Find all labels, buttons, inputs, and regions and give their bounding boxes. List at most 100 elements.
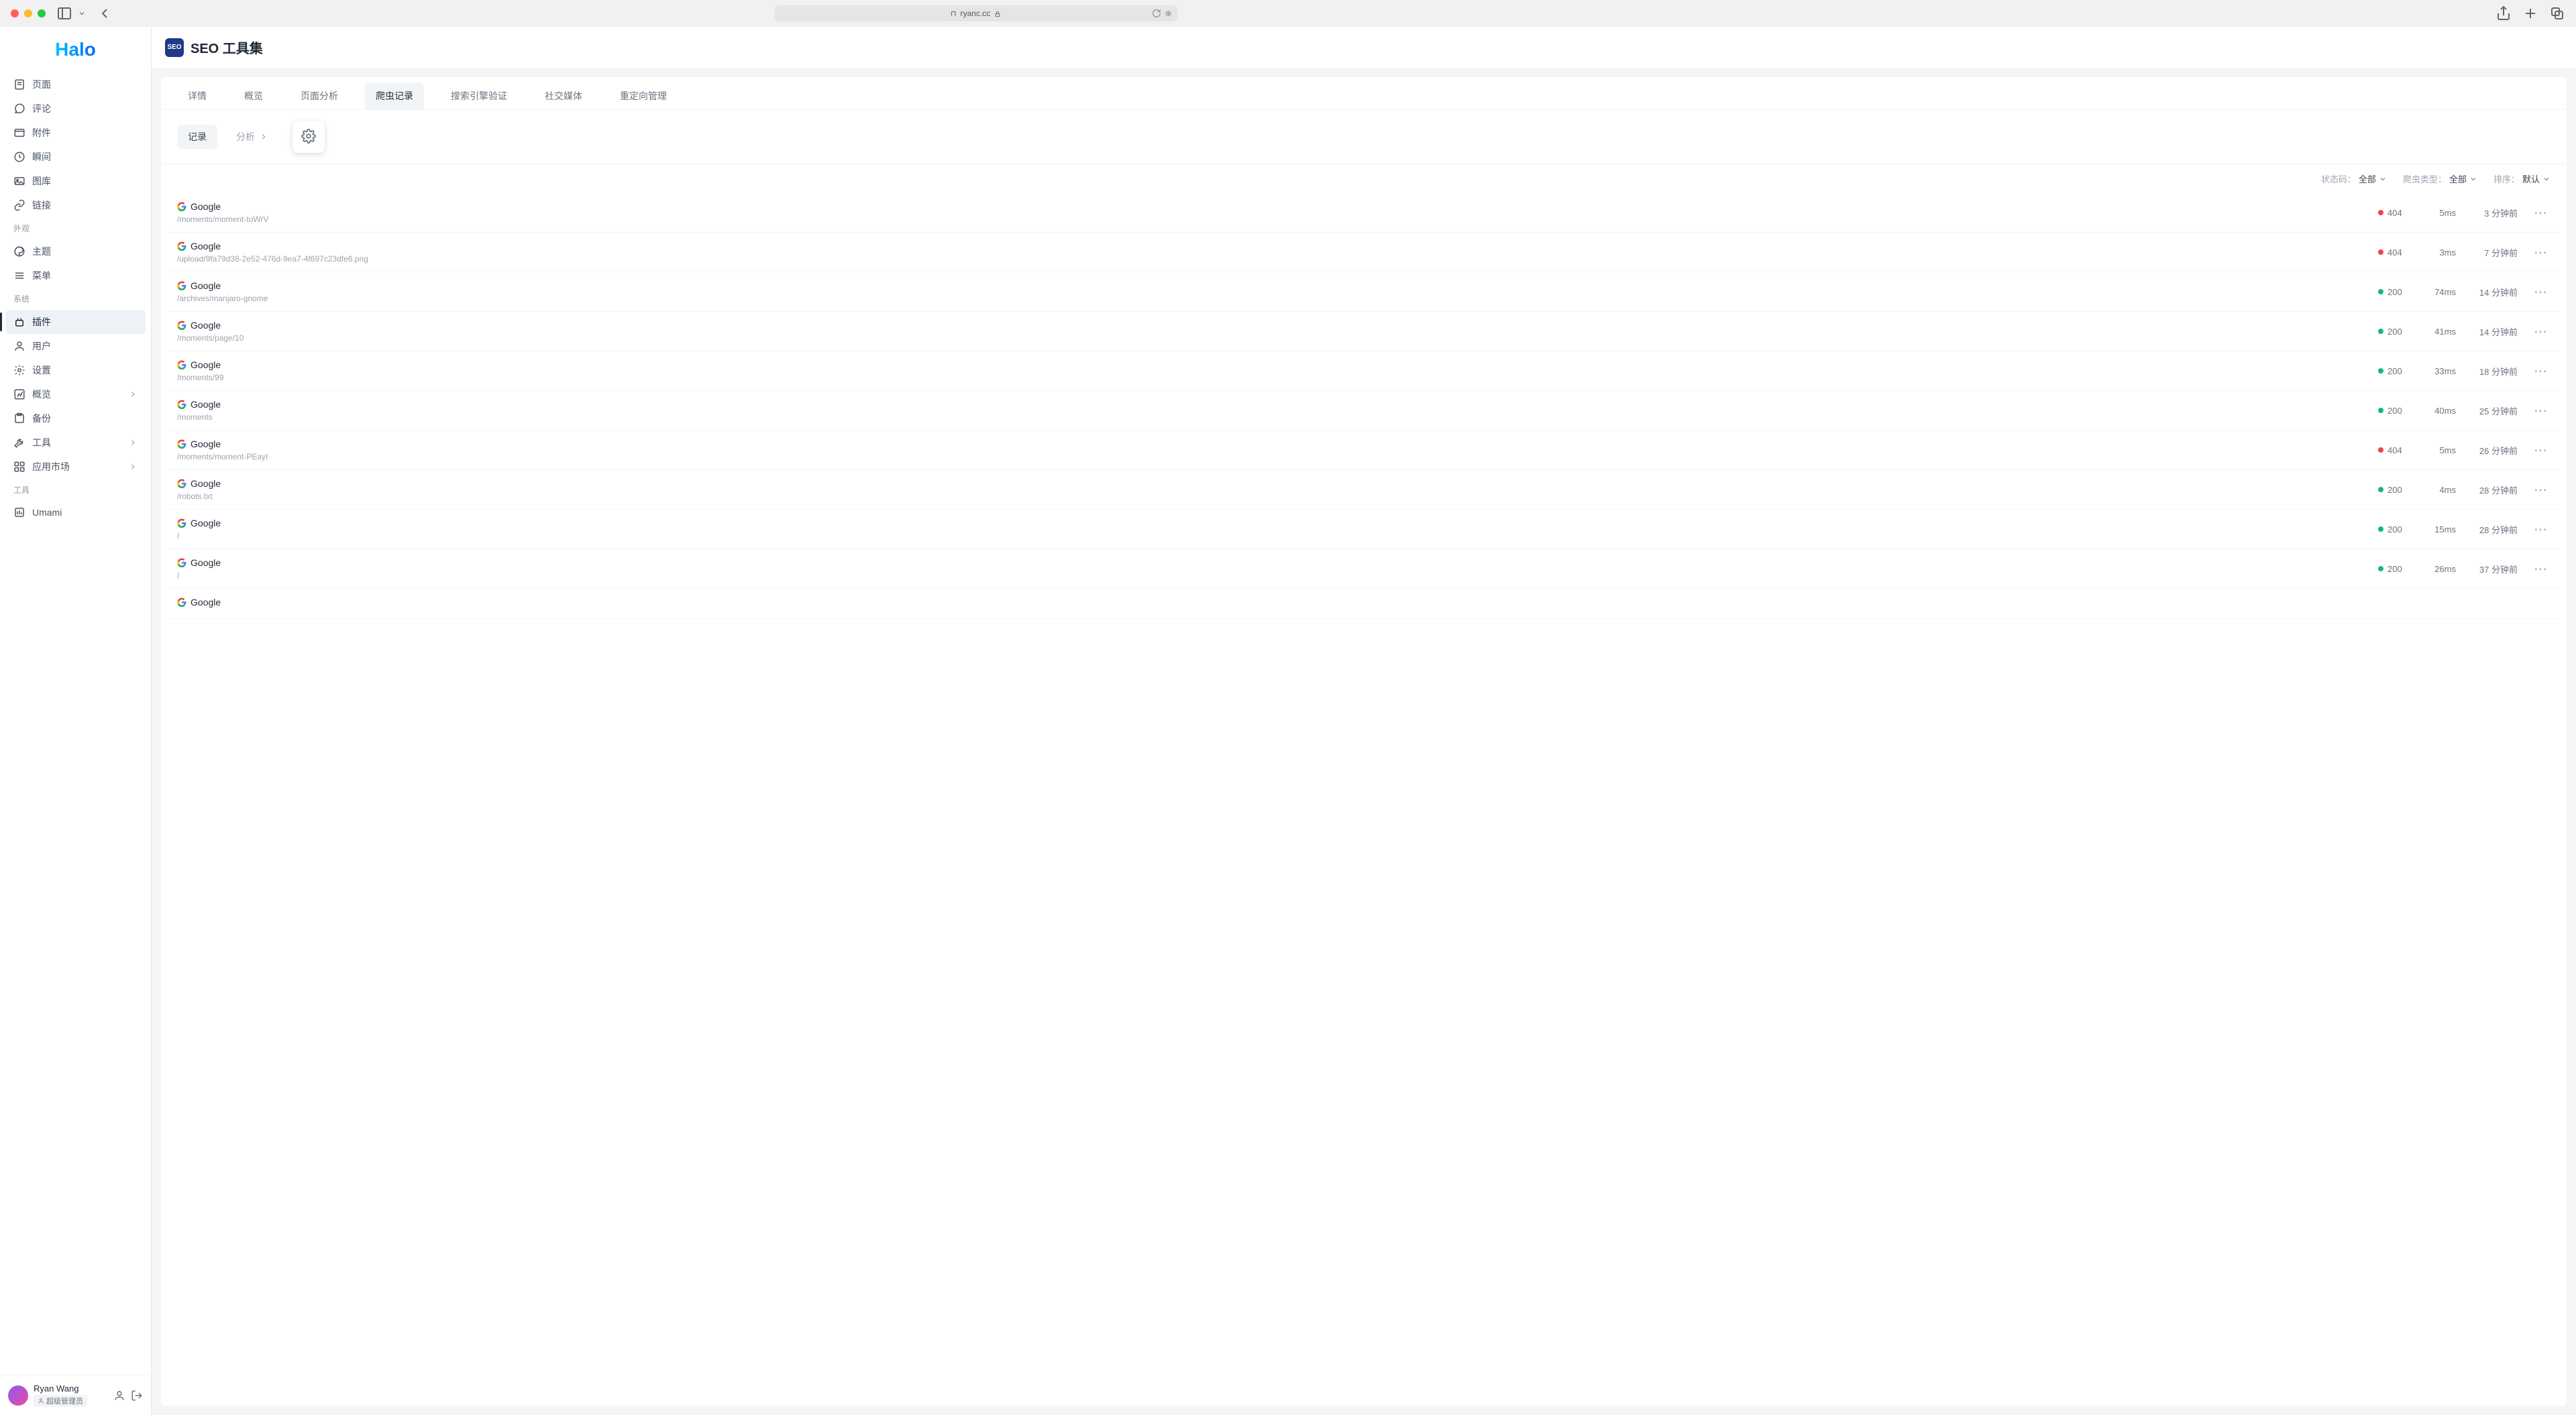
record-button[interactable]: 记录 [177,125,217,149]
sidebar-item-label: 概览 [32,388,51,401]
sidebar-item-tools[interactable]: 工具 [5,431,146,455]
log-row[interactable]: Google / 200 15ms 28 分钟前 ⋯ [166,510,2561,549]
sidebar-item-user[interactable]: 用户 [5,334,146,358]
row-path: /moments/99 [177,373,2365,382]
filter-status[interactable]: 状态码： 全部 [2321,172,2387,185]
log-row[interactable]: Google / 200 26ms 37 分钟前 ⋯ [166,549,2561,589]
theme-icon [13,245,25,258]
sidebar-item-comment[interactable]: 评论 [5,97,146,121]
log-row[interactable]: Google [166,589,2561,619]
profile-button[interactable] [113,1390,125,1402]
log-row[interactable]: Google /moments/page/10 200 41ms 14 分钟前 … [166,312,2561,351]
tab[interactable]: 社交媒体 [534,82,593,109]
page-header: SEO SEO 工具集 [152,27,2576,68]
sidebar-item-gallery[interactable]: 图库 [5,169,146,193]
logout-button[interactable] [131,1390,143,1402]
settings-icon [13,364,25,376]
sidebar-item-theme[interactable]: 主题 [5,239,146,264]
logo[interactable]: Halo [0,27,151,72]
chevron-down-icon[interactable] [78,5,86,21]
sidebar-item-plugin[interactable]: 插件 [5,310,146,334]
filter-crawler[interactable]: 爬虫类型： 全部 [2403,172,2477,185]
log-row[interactable]: Google /moments/99 200 33ms 18 分钟前 ⋯ [166,351,2561,391]
close-window-button[interactable] [11,9,19,17]
minimize-window-button[interactable] [24,9,32,17]
tab[interactable]: 页面分析 [290,82,349,109]
google-icon [177,400,186,409]
main: SEO SEO 工具集 详情概览页面分析爬虫记录搜索引擎验证社交媒体重定向管理 … [152,27,2576,1415]
lock-icon [994,10,1001,17]
gallery-icon [13,175,25,187]
url-bar[interactable]: ⊓ ryanc.cc ⊕ [775,5,1177,21]
row-more-button[interactable]: ⋯ [2531,205,2551,221]
page-icon: SEO [165,38,184,57]
crawler-name: Google [191,597,221,608]
log-row[interactable]: Google /moments/moment-PEayI 404 5ms 26 … [166,431,2561,470]
status-code: 200 [2378,485,2410,495]
sidebar-item-link[interactable]: 链接 [5,193,146,217]
main-body: 详情概览页面分析爬虫记录搜索引擎验证社交媒体重定向管理 记录 分析 [152,68,2576,1415]
crawler-name: Google [191,439,221,449]
row-more-button[interactable]: ⋯ [2531,323,2551,340]
sidebar-item-overview[interactable]: 概览 [5,382,146,406]
response-time: 26ms [2429,564,2456,574]
filter-sort[interactable]: 排序： 默认 [2493,172,2551,185]
log-row[interactable]: Google /moments 200 40ms 25 分钟前 ⋯ [166,391,2561,431]
tab[interactable]: 搜索引擎验证 [440,82,518,109]
row-more-button[interactable]: ⋯ [2531,284,2551,300]
sidebar-item-label: 主题 [32,245,51,258]
sidebar-item-attachment[interactable]: 附件 [5,121,146,145]
row-path: /robots.txt [177,492,2365,501]
status-code: 200 [2378,524,2410,534]
log-row[interactable]: Google /upload/9fa79d38-2e52-476d-9ea7-4… [166,233,2561,272]
more-icon[interactable]: ⊕ [1165,9,1172,18]
new-tab-button[interactable] [2522,5,2538,21]
row-more-button[interactable]: ⋯ [2531,363,2551,380]
log-row[interactable]: Google /robots.txt 200 4ms 28 分钟前 ⋯ [166,470,2561,510]
row-more-button[interactable]: ⋯ [2531,442,2551,459]
traffic-lights [11,9,46,17]
sidebar-item-page[interactable]: 页面 [5,72,146,97]
row-more-button[interactable]: ⋯ [2531,244,2551,261]
row-more-button[interactable]: ⋯ [2531,521,2551,538]
sidebar-item-backup[interactable]: 备份 [5,406,146,431]
tab[interactable]: 重定向管理 [609,82,678,109]
sidebar-item-label: 工具 [32,436,51,449]
google-icon [177,439,186,449]
response-time: 74ms [2429,287,2456,297]
google-icon [177,321,186,330]
maximize-window-button[interactable] [38,9,46,17]
status-dot [2378,210,2383,215]
sidebar-item-label: 菜单 [32,269,51,282]
sidebar-toggle-button[interactable] [56,5,72,21]
tabs-button[interactable] [2549,5,2565,21]
sidebar-item-moment[interactable]: 瞬间 [5,145,146,169]
analysis-button[interactable]: 分析 [225,125,279,149]
row-more-button[interactable]: ⋯ [2531,482,2551,498]
sidebar-item-menu[interactable]: 菜单 [5,264,146,288]
url-text: ryanc.cc [961,9,991,18]
status-dot [2378,368,2383,374]
row-more-button[interactable]: ⋯ [2531,402,2551,419]
attachment-icon [13,127,25,139]
user-role-badge: 超级管理员 [34,1395,87,1407]
row-more-button[interactable]: ⋯ [2531,561,2551,577]
sidebar-item-umami[interactable]: Umami [5,501,146,524]
chevron-right-icon [128,390,138,399]
avatar[interactable] [8,1385,28,1406]
overview-icon [13,388,25,400]
tab[interactable]: 爬虫记录 [365,82,424,109]
share-button[interactable] [2496,5,2512,21]
sidebar-item-settings[interactable]: 设置 [5,358,146,382]
back-button[interactable] [97,5,113,21]
log-row[interactable]: Google /archives/manjaro-gnome 200 74ms … [166,272,2561,312]
status-dot [2378,487,2383,492]
settings-button[interactable] [292,121,325,153]
sidebar-item-label: 用户 [32,339,51,353]
shield-icon [38,1398,44,1404]
refresh-icon[interactable] [1152,9,1161,18]
sidebar-item-market[interactable]: 应用市场 [5,455,146,479]
tab[interactable]: 概览 [233,82,274,109]
log-row[interactable]: Google /moments/moment-toWrV 404 5ms 3 分… [166,193,2561,233]
tab[interactable]: 详情 [177,82,217,109]
